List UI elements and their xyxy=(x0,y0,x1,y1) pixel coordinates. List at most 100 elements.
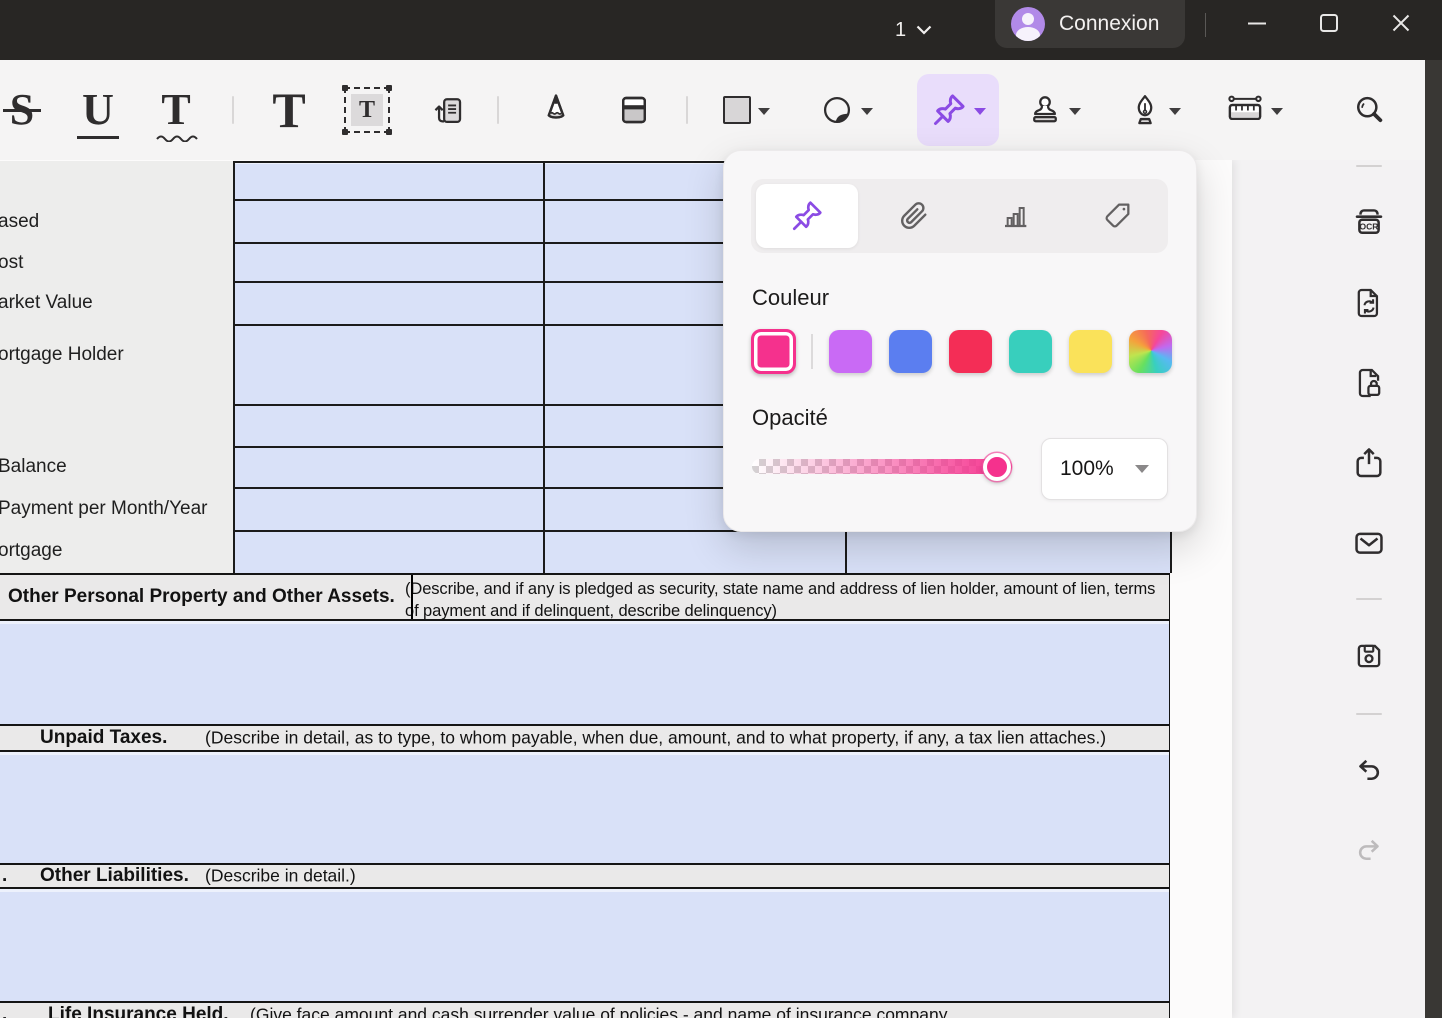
section-desc: (Give face amount and cash surrender val… xyxy=(250,1005,951,1018)
field-label: Payment per Month/Year xyxy=(0,498,207,520)
convert-document-icon xyxy=(1352,286,1386,320)
undo-button[interactable] xyxy=(1313,744,1425,800)
protect-document-button[interactable] xyxy=(1313,355,1425,411)
search-button[interactable] xyxy=(1313,82,1425,138)
toolbar-divider xyxy=(497,96,499,124)
color-swatch[interactable] xyxy=(949,330,992,373)
pencil-tool[interactable] xyxy=(522,74,590,146)
squiggly-underline-icon: T xyxy=(161,85,190,134)
callout-tool[interactable] xyxy=(413,74,481,146)
chevron-down-icon xyxy=(1135,465,1149,473)
field-label: ortgage Holder xyxy=(0,344,124,366)
chevron-down-icon xyxy=(916,25,932,35)
field-label: arket Value xyxy=(0,292,93,314)
save-button[interactable] xyxy=(1313,628,1425,684)
bar-chart-icon xyxy=(999,200,1031,232)
pin-icon xyxy=(931,92,967,128)
underline-icon: U xyxy=(82,85,114,134)
pin-properties-popup: Couleur Opacité 100% xyxy=(723,150,1197,532)
grid-line xyxy=(543,161,545,573)
form-field-unpaid-taxes[interactable] xyxy=(0,752,1170,863)
color-swatch[interactable] xyxy=(1069,330,1112,373)
item-number: . xyxy=(2,865,7,887)
section-header-life-insurance: . Life Insurance Held. (Give face amount… xyxy=(0,1001,1170,1018)
color-swatch[interactable] xyxy=(1009,330,1052,373)
redo-button[interactable] xyxy=(1313,824,1425,880)
item-number: . xyxy=(2,1004,7,1018)
annotation-toolbar: S U T T T xyxy=(0,60,1425,160)
opacity-slider[interactable] xyxy=(752,459,1012,474)
titlebar-divider xyxy=(1205,13,1206,37)
sticker-icon xyxy=(820,93,854,127)
page-indicator[interactable]: 1 xyxy=(895,0,932,60)
opacity-section-label: Opacité xyxy=(752,405,828,431)
chevron-down-icon xyxy=(758,108,770,115)
field-label: Balance xyxy=(0,456,67,478)
redo-icon xyxy=(1353,836,1385,868)
section-title: Unpaid Taxes. xyxy=(40,727,167,749)
tab-chart[interactable] xyxy=(965,179,1067,253)
right-sidebar: OCR xyxy=(1313,60,1425,1018)
color-swatch-custom[interactable] xyxy=(1129,330,1172,373)
section-title: Other Liabilities. xyxy=(40,865,189,887)
chevron-down-icon xyxy=(861,108,873,115)
email-button[interactable] xyxy=(1313,515,1425,571)
sticker-tool[interactable] xyxy=(805,74,887,146)
eraser-tool[interactable] xyxy=(600,74,668,146)
opacity-slider-handle[interactable] xyxy=(983,453,1011,481)
window-edge xyxy=(1425,0,1442,1018)
tab-pin[interactable] xyxy=(756,184,858,248)
section-desc: (Describe in detail, as to type, to whom… xyxy=(205,728,1106,749)
minimize-button[interactable] xyxy=(1234,0,1280,46)
measure-tool[interactable] xyxy=(1213,74,1295,146)
opacity-dropdown[interactable]: 100% xyxy=(1041,438,1168,500)
signature-tool[interactable] xyxy=(1113,74,1195,146)
chevron-down-icon xyxy=(974,108,986,115)
share-icon xyxy=(1352,446,1386,480)
ocr-icon: OCR xyxy=(1352,205,1386,239)
underline-tool[interactable]: U xyxy=(64,74,132,146)
pin-tool[interactable] xyxy=(917,74,999,146)
section-desc: (Describe, and if any is pledged as secu… xyxy=(405,578,1155,622)
app-window: ased ost arket Value ortgage Holder Bala… xyxy=(0,0,1442,1018)
text-box-tool[interactable]: T xyxy=(333,74,401,146)
strikethrough-tool[interactable]: S xyxy=(0,74,56,146)
form-field-other-assets[interactable] xyxy=(0,621,1170,724)
swatch-divider xyxy=(811,334,813,369)
maximize-button[interactable] xyxy=(1306,0,1352,46)
close-icon xyxy=(1389,11,1413,35)
section-title: Life Insurance Held. xyxy=(48,1004,229,1018)
close-button[interactable] xyxy=(1378,0,1424,46)
tab-attachment[interactable] xyxy=(863,179,965,253)
chevron-down-icon xyxy=(1271,108,1283,115)
opacity-value: 100% xyxy=(1060,457,1114,481)
login-button[interactable]: Connexion xyxy=(995,0,1185,48)
save-icon xyxy=(1353,640,1385,672)
stamp-tool[interactable] xyxy=(1013,74,1095,146)
pencil-icon xyxy=(538,92,574,128)
squiggly-underline-tool[interactable]: T xyxy=(142,74,210,146)
form-field-other-liabilities[interactable] xyxy=(0,889,1170,1001)
maximize-icon xyxy=(1317,11,1341,35)
convert-document-button[interactable] xyxy=(1313,275,1425,331)
sidebar-divider xyxy=(1356,165,1382,167)
ocr-button[interactable]: OCR xyxy=(1313,194,1425,250)
document-lock-icon xyxy=(1352,366,1386,400)
paperclip-icon xyxy=(898,200,930,232)
annotation-type-tabs xyxy=(751,179,1168,253)
color-swatch[interactable] xyxy=(889,330,932,373)
user-avatar-icon xyxy=(1011,7,1045,41)
shape-rectangle-tool[interactable] xyxy=(705,74,787,146)
color-swatch[interactable] xyxy=(829,330,872,373)
text-cursor xyxy=(411,575,413,619)
text-tool[interactable]: T xyxy=(255,74,323,146)
tab-tag[interactable] xyxy=(1066,179,1168,253)
callout-icon xyxy=(430,93,464,127)
share-button[interactable] xyxy=(1313,435,1425,491)
toolbar-divider xyxy=(686,96,688,124)
section-header-other-assets: Other Personal Property and Other Assets… xyxy=(0,573,1170,621)
svg-text:OCR: OCR xyxy=(1360,222,1379,232)
pin-icon xyxy=(790,199,824,233)
color-swatch-selected[interactable] xyxy=(751,329,796,374)
undo-icon xyxy=(1353,756,1385,788)
